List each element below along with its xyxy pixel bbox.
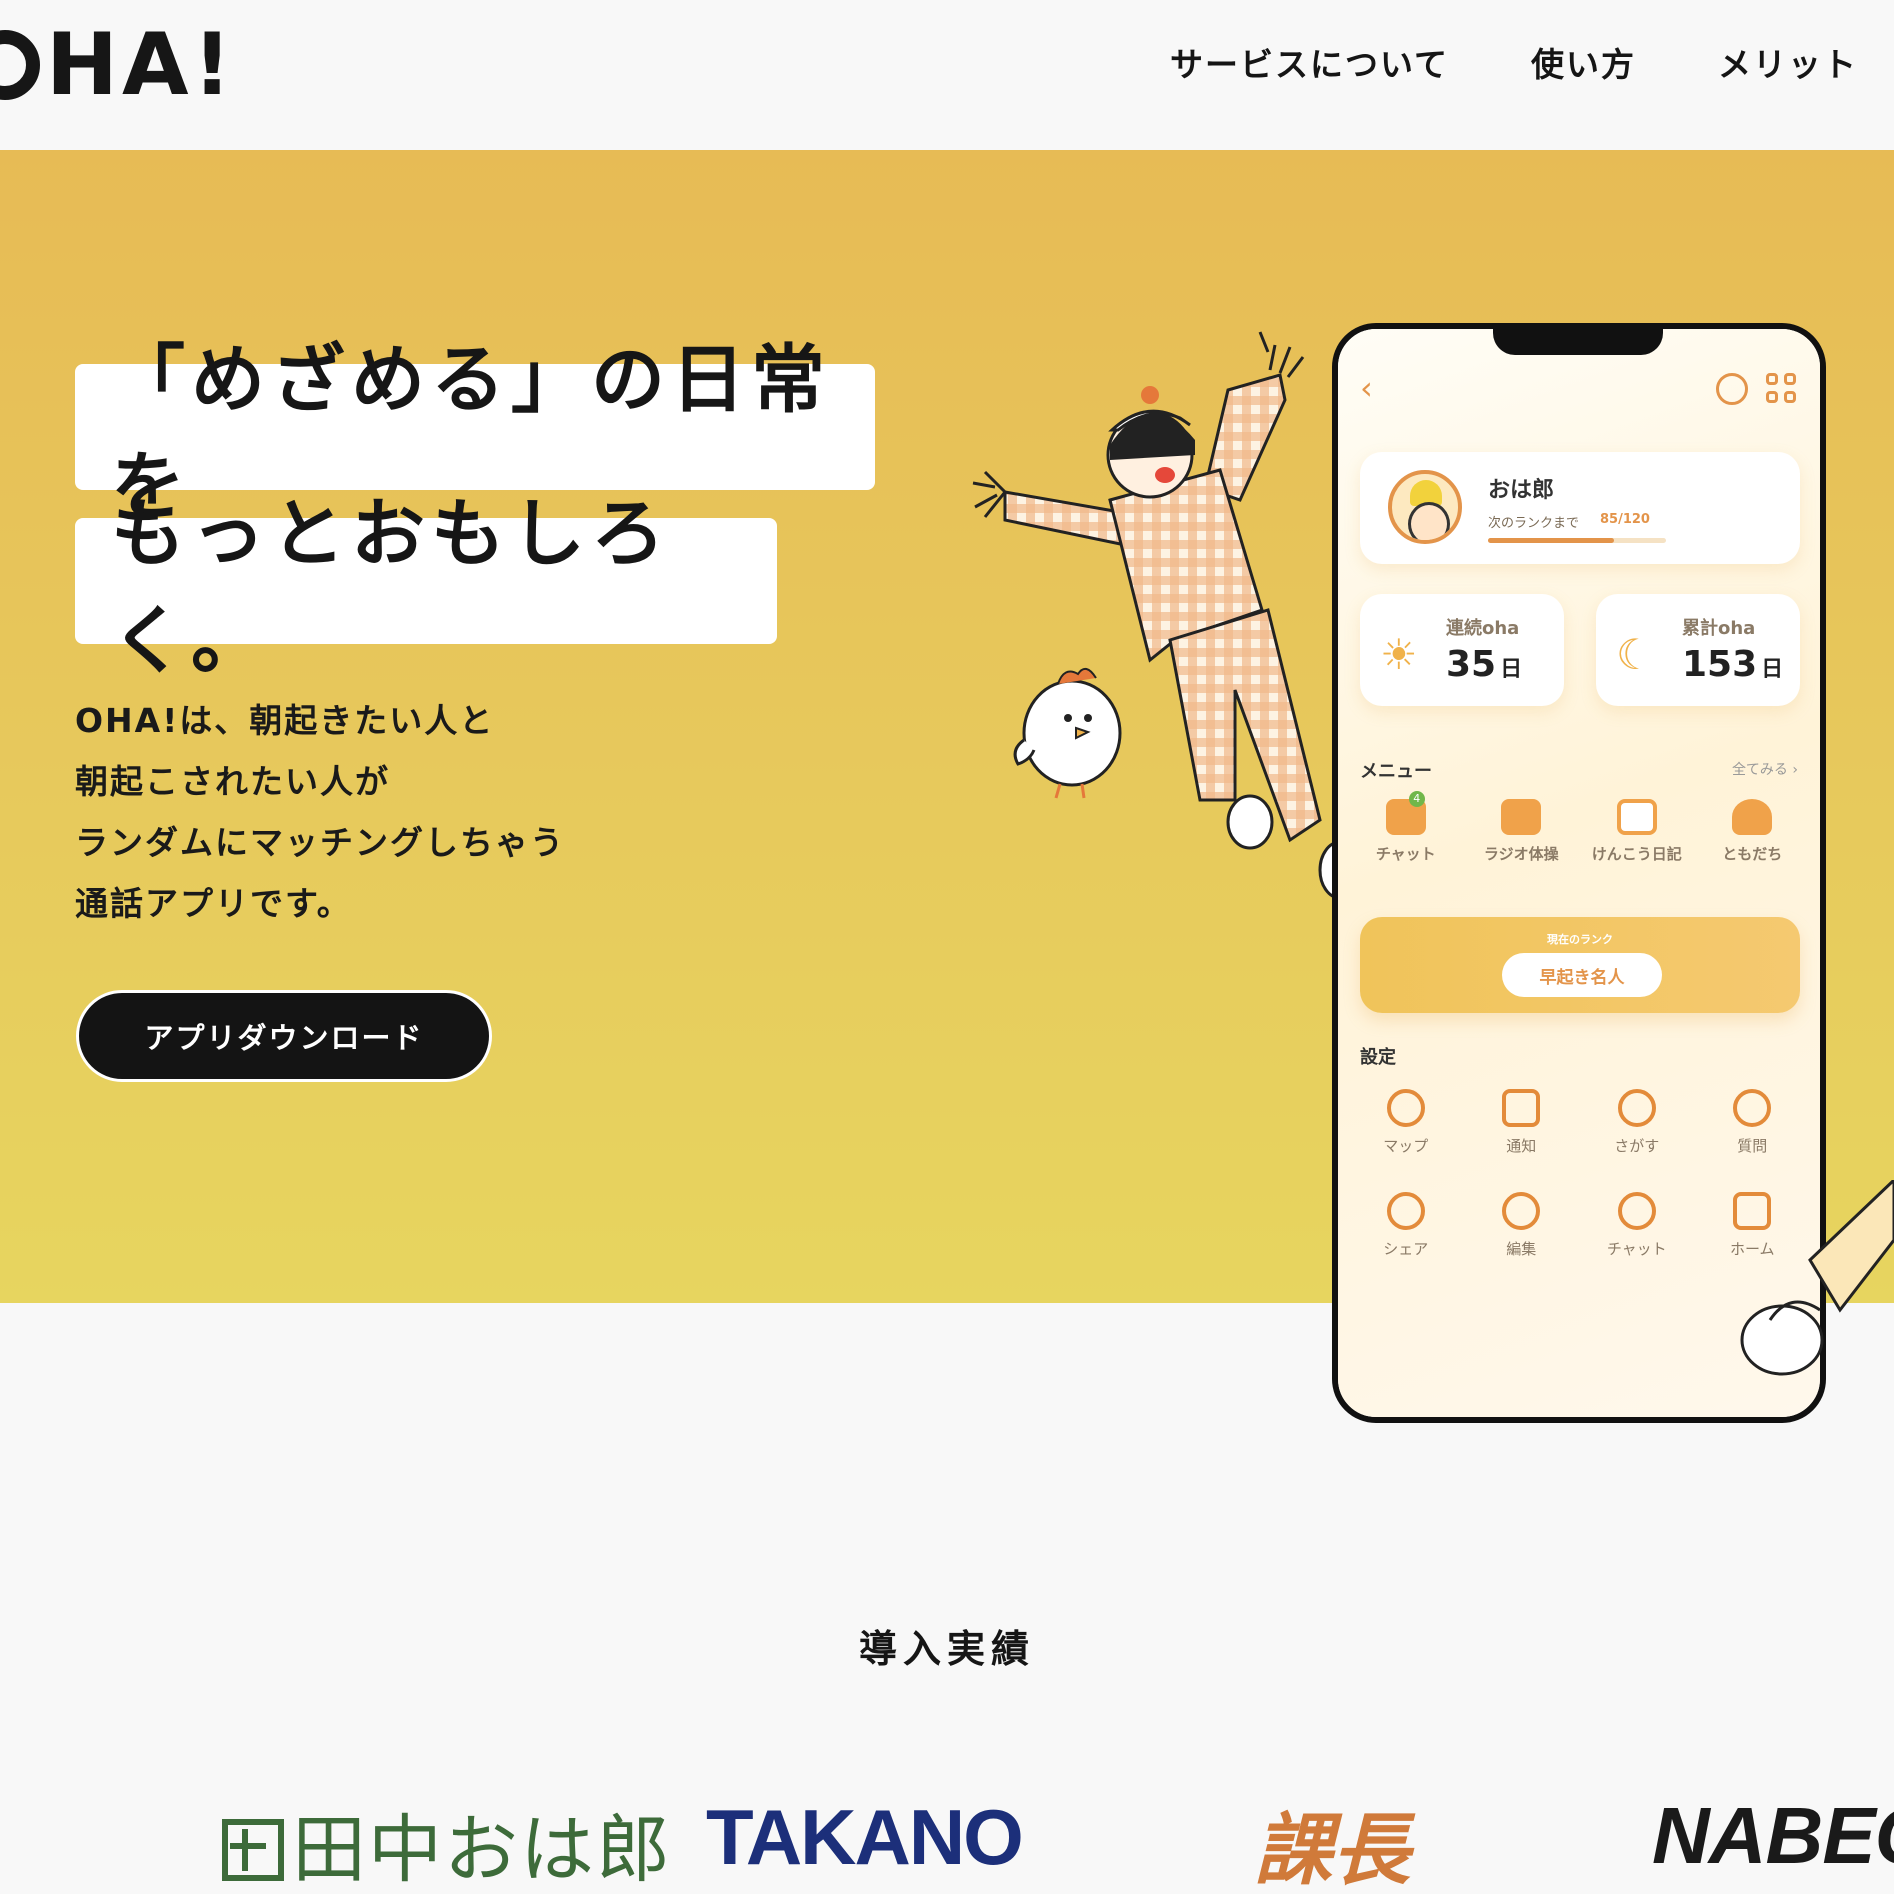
setting-map[interactable]: マップ [1348,1089,1464,1156]
setting-label: チャット [1606,1240,1667,1258]
app-download-button[interactable]: アプリダウンロード [76,990,492,1082]
client-logo-takano: TAKANO [706,1793,1024,1881]
share-icon [1386,1192,1425,1230]
lead-line: ランダムにマッチングしちゃう [75,823,565,862]
book-icon [1616,799,1657,835]
setting-chat[interactable]: チャット [1579,1192,1695,1259]
client-logo-kacho: 課長 [1254,1805,1411,1894]
question-icon [1733,1089,1772,1127]
moon-icon: ☾ [1616,630,1654,679]
menu-item-label: チャット [1375,845,1436,863]
sunrise-icon: ☀ [1380,630,1418,679]
menu-item-label: けんこう日記 [1591,845,1682,863]
profile-name: おは郎 [1488,478,1555,503]
rank-progress-fill [1488,538,1615,543]
setting-search[interactable]: さがす [1579,1089,1695,1156]
calendar-icon [1501,799,1542,835]
lead-line: OHA!は、朝起きたい人と [75,701,495,740]
menu-item-label: ラジオ体操 [1483,845,1559,863]
nav-merit[interactable]: メリット [1718,38,1858,86]
chat-icon [1617,1192,1656,1230]
setting-share[interactable]: シェア [1348,1192,1464,1259]
menu-row: 4 チャット ラジオ体操 けんこう日記 ともだち [1348,791,1810,864]
bell-icon [1502,1089,1541,1127]
client-logo-tanaka: 田中おは郎 [222,1790,672,1894]
person-icon [1732,799,1773,835]
headline-line-2: もっとおもしろく。 [75,491,777,684]
streak-card: ☀ 連続oha 35 日 [1360,594,1564,706]
menu-item-label: ともだち [1722,845,1783,863]
menu-title: メニュー [1360,761,1432,782]
menu-item-friends[interactable]: ともだち [1697,799,1807,864]
nav-how-to-use[interactable]: 使い方 [1531,38,1636,86]
rank-title-pill: 早起き名人 [1502,953,1662,997]
settings-title: 設定 [1360,1047,1396,1068]
menu-item-health-diary[interactable]: けんこう日記 [1582,799,1692,864]
setting-label: シェア [1383,1240,1429,1258]
headline-line-1: 「めざめる」の日常を [75,337,875,530]
client-logo-nabecy: NABECY [1652,1791,1894,1880]
site-header: HA! サービスについて 使い方 メリット [0,0,1894,150]
see-all-link[interactable]: 全てみる › [1732,759,1798,779]
stat-value: 153 日 [1682,644,1784,685]
gear-icon [1502,1192,1541,1230]
stat-label: 累計oha [1682,618,1756,639]
rank-progress-bar [1488,538,1666,543]
phone-topbar: ‹ [1360,369,1798,409]
back-icon[interactable]: ‹ [1360,369,1373,407]
main-nav: サービスについて 使い方 メリット [1170,38,1858,86]
total-card: ☾ 累計oha 153 日 [1596,594,1800,706]
logo-o-mark [0,30,40,100]
menu-item-chat[interactable]: 4 チャット [1351,791,1461,864]
rank-progress-label: 次のランクまで [1488,516,1580,531]
setting-label: マップ [1383,1137,1429,1155]
hero-lead-text: OHA!は、朝起きたい人と 朝起こされたい人が ランダムにマッチングしちゃう 通… [75,690,565,934]
rank-banner-caption: 現在のランク [1547,933,1613,946]
current-rank-banner[interactable]: 現在のランク 早起き名人 [1360,917,1800,1013]
map-pin-icon [1386,1089,1425,1127]
notification-badge: 4 [1408,791,1425,807]
menu-item-radio-exercise[interactable]: ラジオ体操 [1466,799,1576,864]
avatar [1388,470,1462,544]
nav-service[interactable]: サービスについて [1170,38,1449,86]
tanaka-mark-icon [222,1819,284,1881]
phone-notch [1493,329,1663,355]
client-logos: 田中おは郎 TAKANO 課長 NABECY [0,1790,1894,1894]
lead-line: 通話アプリです。 [75,884,352,923]
oha-logo[interactable]: HA! [0,15,236,115]
stat-value: 35 日 [1446,644,1523,685]
logo-text: HA! [46,15,236,115]
rank-progress-value: 85/120 [1600,512,1650,527]
grid-menu-icon[interactable] [1766,373,1798,405]
setting-label: 質問 [1737,1137,1768,1155]
setting-edit[interactable]: 編集 [1464,1192,1580,1259]
character-foot-illustration [1740,1180,1894,1376]
clients-section-title: 導入実績 [858,1627,1035,1671]
setting-question[interactable]: 質問 [1695,1089,1811,1156]
setting-notification[interactable]: 通知 [1464,1089,1580,1156]
stat-label: 連続oha [1446,618,1520,639]
chat-bubble-icon[interactable] [1716,373,1748,405]
setting-label: 通知 [1506,1137,1537,1155]
profile-card[interactable]: おは郎 次のランクまで 85/120 [1360,452,1800,564]
search-icon [1617,1089,1656,1127]
setting-label: 編集 [1506,1240,1537,1258]
setting-label: さがす [1614,1137,1660,1155]
lead-line: 朝起こされたい人が [75,762,390,801]
